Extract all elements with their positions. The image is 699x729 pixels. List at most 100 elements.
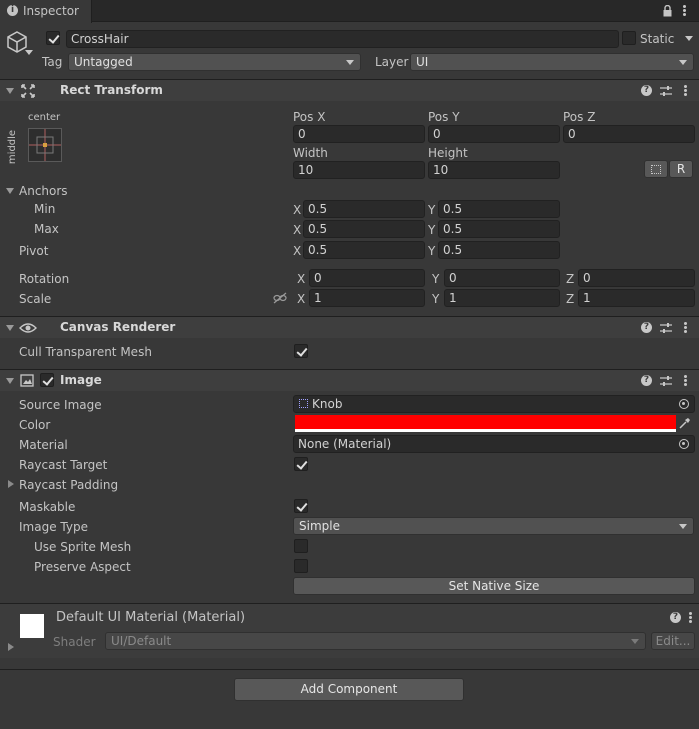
component-menu-icon[interactable] — [684, 85, 687, 96]
help-icon[interactable]: ? — [641, 85, 652, 96]
object-name-field[interactable]: CrossHair — [66, 30, 619, 48]
anchors-label: Anchors — [19, 184, 68, 198]
anchor-h-label: center — [28, 112, 61, 123]
tag-value: Untagged — [74, 55, 133, 69]
tab-inspector[interactable]: i Inspector — [0, 0, 92, 23]
component-title: Canvas Renderer — [60, 320, 176, 334]
material-title: Default UI Material (Material) — [56, 610, 246, 625]
static-dropdown-icon[interactable] — [685, 36, 693, 41]
pos-x-field[interactable]: 0 — [293, 125, 425, 143]
component-title: Rect Transform — [60, 83, 163, 97]
anchor-min-x-field[interactable]: 0.5 — [303, 200, 425, 218]
component-menu-icon[interactable] — [684, 322, 687, 333]
shader-value: UI/Default — [111, 634, 172, 648]
raycast-target-checkbox[interactable] — [294, 457, 308, 471]
preset-sliders-icon[interactable] — [660, 85, 672, 97]
anchor-preset-icon — [29, 129, 61, 161]
shader-dropdown[interactable]: UI/Default — [105, 632, 646, 650]
foldout-arrow-icon[interactable] — [6, 88, 14, 94]
material-preview — [20, 614, 44, 638]
anchor-min-y-field[interactable]: 0.5 — [438, 200, 560, 218]
preserve-aspect-checkbox[interactable] — [294, 559, 308, 573]
rotation-label: Rotation — [19, 272, 70, 286]
source-image-field[interactable]: Knob — [293, 395, 695, 413]
scale-z-axis-label: Z — [566, 292, 575, 306]
pivot-x-field[interactable]: 0.5 — [303, 241, 425, 259]
height-field[interactable]: 10 — [428, 161, 560, 179]
pivot-y-axis-label: Y — [428, 244, 436, 258]
object-picker-icon[interactable] — [679, 399, 689, 409]
pos-y-field[interactable]: 0 — [428, 125, 560, 143]
active-checkbox[interactable] — [46, 31, 60, 45]
pos-z-field[interactable]: 0 — [563, 125, 695, 143]
add-component-button[interactable]: Add Component — [234, 678, 464, 701]
raw-edit-button[interactable]: R — [669, 160, 693, 178]
image-header[interactable]: Image ? — [0, 369, 699, 391]
layer-label: Layer — [375, 55, 409, 69]
chevron-down-icon — [679, 60, 687, 65]
static-checkbox[interactable] — [622, 31, 636, 45]
cull-transparent-mesh-checkbox[interactable] — [294, 344, 308, 358]
use-sprite-mesh-checkbox[interactable] — [294, 539, 308, 553]
shader-edit-button[interactable]: Edit... — [651, 632, 695, 650]
tag-label: Tag — [42, 55, 63, 69]
use-sprite-mesh-label: Use Sprite Mesh — [34, 540, 132, 554]
set-native-size-button[interactable]: Set Native Size — [293, 577, 695, 595]
rotation-z-field[interactable]: 0 — [578, 269, 695, 287]
tag-dropdown[interactable]: Untagged — [68, 53, 361, 71]
rotation-x-field[interactable]: 0 — [309, 269, 425, 287]
image-enabled-checkbox[interactable] — [40, 373, 54, 387]
pivot-y-field[interactable]: 0.5 — [438, 241, 560, 259]
anchors-foldout-icon[interactable] — [6, 188, 14, 194]
foldout-arrow-icon[interactable] — [6, 325, 14, 331]
preset-sliders-icon[interactable] — [660, 322, 672, 334]
rect-transform-header[interactable]: Rect Transform ? — [0, 79, 699, 101]
lock-icon[interactable] — [663, 4, 672, 17]
scale-x-field[interactable]: 1 — [309, 289, 425, 307]
dotted-rect-icon — [651, 165, 661, 174]
color-label: Color — [19, 418, 51, 432]
width-field[interactable]: 10 — [293, 161, 425, 179]
icon-dropdown-icon[interactable] — [25, 50, 33, 55]
color-swatch[interactable] — [295, 415, 676, 432]
raycast-padding-foldout-icon[interactable] — [8, 480, 14, 488]
eyedropper-icon[interactable] — [679, 417, 691, 429]
rot-z-axis-label: Z — [566, 272, 575, 286]
component-menu-icon[interactable] — [684, 375, 687, 386]
min-y-axis-label: Y — [428, 203, 436, 217]
preset-sliders-icon[interactable] — [660, 375, 672, 387]
raycast-padding-label: Raycast Padding — [19, 478, 119, 492]
help-icon[interactable]: ? — [670, 612, 681, 623]
help-icon[interactable]: ? — [641, 322, 652, 333]
shader-label: Shader — [53, 635, 96, 649]
anchor-max-x-field[interactable]: 0.5 — [303, 220, 425, 238]
tab-title: Inspector — [23, 4, 79, 18]
scale-z-field[interactable]: 1 — [578, 289, 695, 307]
canvas-renderer-header[interactable]: Canvas Renderer ? — [0, 316, 699, 338]
image-type-dropdown[interactable]: Simple — [293, 517, 694, 535]
blueprint-mode-button[interactable] — [644, 160, 668, 178]
info-icon: i — [7, 5, 18, 16]
constrain-proportions-icon[interactable] — [273, 292, 287, 304]
preserve-aspect-label: Preserve Aspect — [34, 560, 131, 574]
eye-icon — [19, 321, 37, 335]
anchor-v-label: middle — [7, 129, 19, 165]
object-picker-icon[interactable] — [679, 439, 689, 449]
help-icon[interactable]: ? — [641, 375, 652, 386]
material-foldout-icon[interactable] — [8, 643, 14, 651]
image-component-icon — [20, 374, 34, 387]
rotation-y-field[interactable]: 0 — [444, 269, 560, 287]
tab-bar — [0, 0, 699, 22]
layer-dropdown[interactable]: UI — [410, 53, 694, 71]
scale-y-field[interactable]: 1 — [444, 289, 560, 307]
material-field[interactable]: None (Material) — [293, 435, 695, 453]
material-menu-icon[interactable] — [689, 612, 692, 623]
source-image-label: Source Image — [19, 398, 102, 412]
max-x-axis-label: X — [293, 223, 302, 237]
anchor-presets-button[interactable] — [28, 128, 62, 162]
anchor-max-y-field[interactable]: 0.5 — [438, 220, 560, 238]
component-title: Image — [60, 373, 102, 387]
maskable-checkbox[interactable] — [294, 499, 308, 513]
pivot-x-axis-label: X — [293, 244, 302, 258]
foldout-arrow-icon[interactable] — [6, 378, 14, 384]
